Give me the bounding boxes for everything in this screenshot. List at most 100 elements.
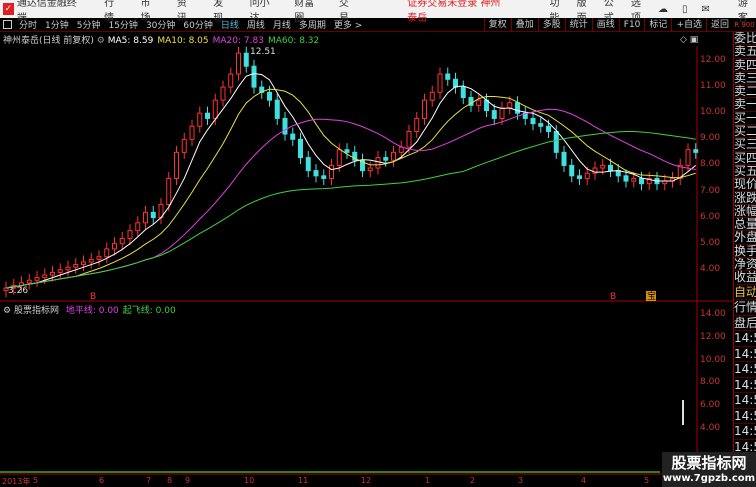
- indicator-label: 地平线: 0.00: [65, 306, 119, 316]
- ma-info-line: 神州泰岳(日线 前复权) ⚙ MA5: 8.59 MA10: 8.05 MA20: …: [3, 33, 323, 46]
- message-icon[interactable]: ✉: [702, 4, 710, 15]
- price-chart[interactable]: 12.51 3.26 B B 宝: [0, 46, 733, 487]
- quote-field: 14:5: [734, 347, 756, 363]
- quote-field: 卖二: [734, 84, 756, 99]
- candle: [429, 91, 435, 101]
- tab-period[interactable]: 分时: [19, 18, 37, 31]
- candle: [150, 211, 156, 219]
- quote-field: 14:5: [734, 424, 756, 440]
- quote-field: 买五: [734, 163, 756, 179]
- candle: [631, 177, 637, 182]
- quote-field: 买四: [734, 150, 756, 165]
- candle: [344, 149, 350, 153]
- indicator-tick: 4.00: [700, 423, 721, 433]
- phone-icon[interactable]: ▯: [682, 4, 688, 15]
- indicator-tick: 10.00: [700, 354, 726, 365]
- candle: [530, 117, 536, 125]
- tab-period[interactable]: 1分钟: [45, 18, 69, 31]
- indicator-bar: [682, 400, 684, 425]
- quote-field: 14:5: [734, 378, 756, 394]
- tab-period[interactable]: 周线: [247, 18, 265, 31]
- corner-label: R 900: [734, 20, 755, 29]
- ma-label: MA60: 8.32: [267, 36, 320, 46]
- candle: [34, 277, 40, 281]
- date-tick: 5: [33, 476, 39, 485]
- candle: [569, 164, 575, 177]
- tab-period[interactable]: 日线: [221, 18, 239, 31]
- quote-field: 自动: [734, 284, 756, 301]
- candle: [42, 274, 48, 279]
- price-tick: 11.00: [700, 81, 726, 92]
- ma-label: MA20: 7.83: [212, 36, 264, 46]
- candle: [290, 133, 296, 140]
- event-marker-label: 宝: [647, 290, 656, 302]
- tab-period[interactable]: 更多 >: [334, 18, 362, 31]
- buy-marker: B: [90, 292, 96, 302]
- quote-field: 14:5: [734, 362, 756, 378]
- toolbar-button[interactable]: 返回: [705, 17, 733, 32]
- candle: [367, 167, 373, 172]
- candle: [166, 177, 172, 206]
- candle: [298, 138, 303, 159]
- indicator-tick: 8.00: [700, 377, 721, 388]
- toolbar-button[interactable]: 叠加: [510, 17, 538, 32]
- candle: [445, 73, 451, 80]
- quote-field: 收益: [734, 270, 756, 285]
- candle: [274, 99, 280, 119]
- toolbar-button[interactable]: 多股: [537, 17, 565, 32]
- tab-period[interactable]: 60分钟: [183, 18, 212, 31]
- candle: [406, 130, 412, 148]
- candle: [88, 258, 94, 263]
- candle: [135, 222, 141, 232]
- indicator-header: ⚙ 股票指标网 地平线: 0.00 起飞线: 0.00: [3, 303, 176, 316]
- candle: [174, 151, 179, 179]
- quote-field: 净资: [734, 257, 756, 272]
- tab-period[interactable]: 5分钟: [77, 18, 101, 31]
- candle: [50, 271, 55, 276]
- tab-period[interactable]: 多周期: [299, 18, 326, 31]
- settings-icon[interactable]: ☁: [658, 4, 668, 15]
- ma-line: [5, 88, 696, 289]
- candle: [561, 151, 567, 166]
- date-tick: 12: [361, 476, 372, 485]
- period-toolbar: 分时 1分钟 5分钟 15分钟 30分钟 60分钟 日线 周线 月线 多周期 更多 > 复权 叠加 多股…: [0, 17, 756, 32]
- price-tick: 5.00: [700, 237, 721, 248]
- candle: [375, 157, 381, 169]
- indicator-tick: 6.00: [700, 400, 721, 411]
- candle: [553, 130, 559, 153]
- indicator-gear-icon[interactable]: ⚙: [3, 306, 11, 316]
- candle: [608, 164, 613, 172]
- tab-period[interactable]: 15分钟: [108, 18, 137, 31]
- tab-period[interactable]: 30分钟: [146, 18, 175, 31]
- price-tick: 8.00: [700, 159, 721, 170]
- candle: [693, 149, 699, 153]
- candle: [577, 175, 582, 179]
- quote-field: 卖三: [734, 70, 756, 86]
- candle: [104, 248, 110, 258]
- candle: [600, 164, 606, 169]
- candle: [499, 107, 505, 119]
- chart-tools-icon[interactable]: ◇ ▣: [680, 35, 698, 45]
- high-price-label: 12.51: [250, 47, 276, 57]
- toolbar-button[interactable]: 画线: [591, 17, 619, 32]
- sidebar-toggle-icon[interactable]: [3, 20, 12, 29]
- candle: [119, 237, 125, 245]
- toolbar-button[interactable]: 统计: [564, 17, 592, 32]
- candle: [220, 86, 226, 101]
- price-tick: 9.00: [700, 133, 721, 144]
- date-tick: 3: [518, 476, 524, 485]
- toolbar-button[interactable]: 复权: [483, 17, 511, 32]
- menu-bar: ✓ 通达信金融终端 行情 市场 资讯 发现 问小达 财富圈 交易 证券交易未登录 神州泰岳 …: [0, 0, 756, 24]
- toolbar-button[interactable]: F10: [618, 17, 645, 32]
- candle: [422, 99, 427, 119]
- gear-icon[interactable]: ⚙: [97, 36, 105, 46]
- tab-period[interactable]: 月线: [273, 18, 291, 31]
- toolbar-button[interactable]: 标记: [644, 17, 671, 32]
- toolbar-button[interactable]: +自选: [671, 17, 706, 32]
- stock-name: 神州泰岳(日线 前复权): [3, 36, 94, 46]
- date-tick: 2: [470, 476, 476, 485]
- quote-field: 委比: [734, 32, 756, 46]
- candle: [507, 102, 513, 109]
- quote-field: 换手: [734, 243, 756, 259]
- quote-field: 买二: [734, 124, 756, 139]
